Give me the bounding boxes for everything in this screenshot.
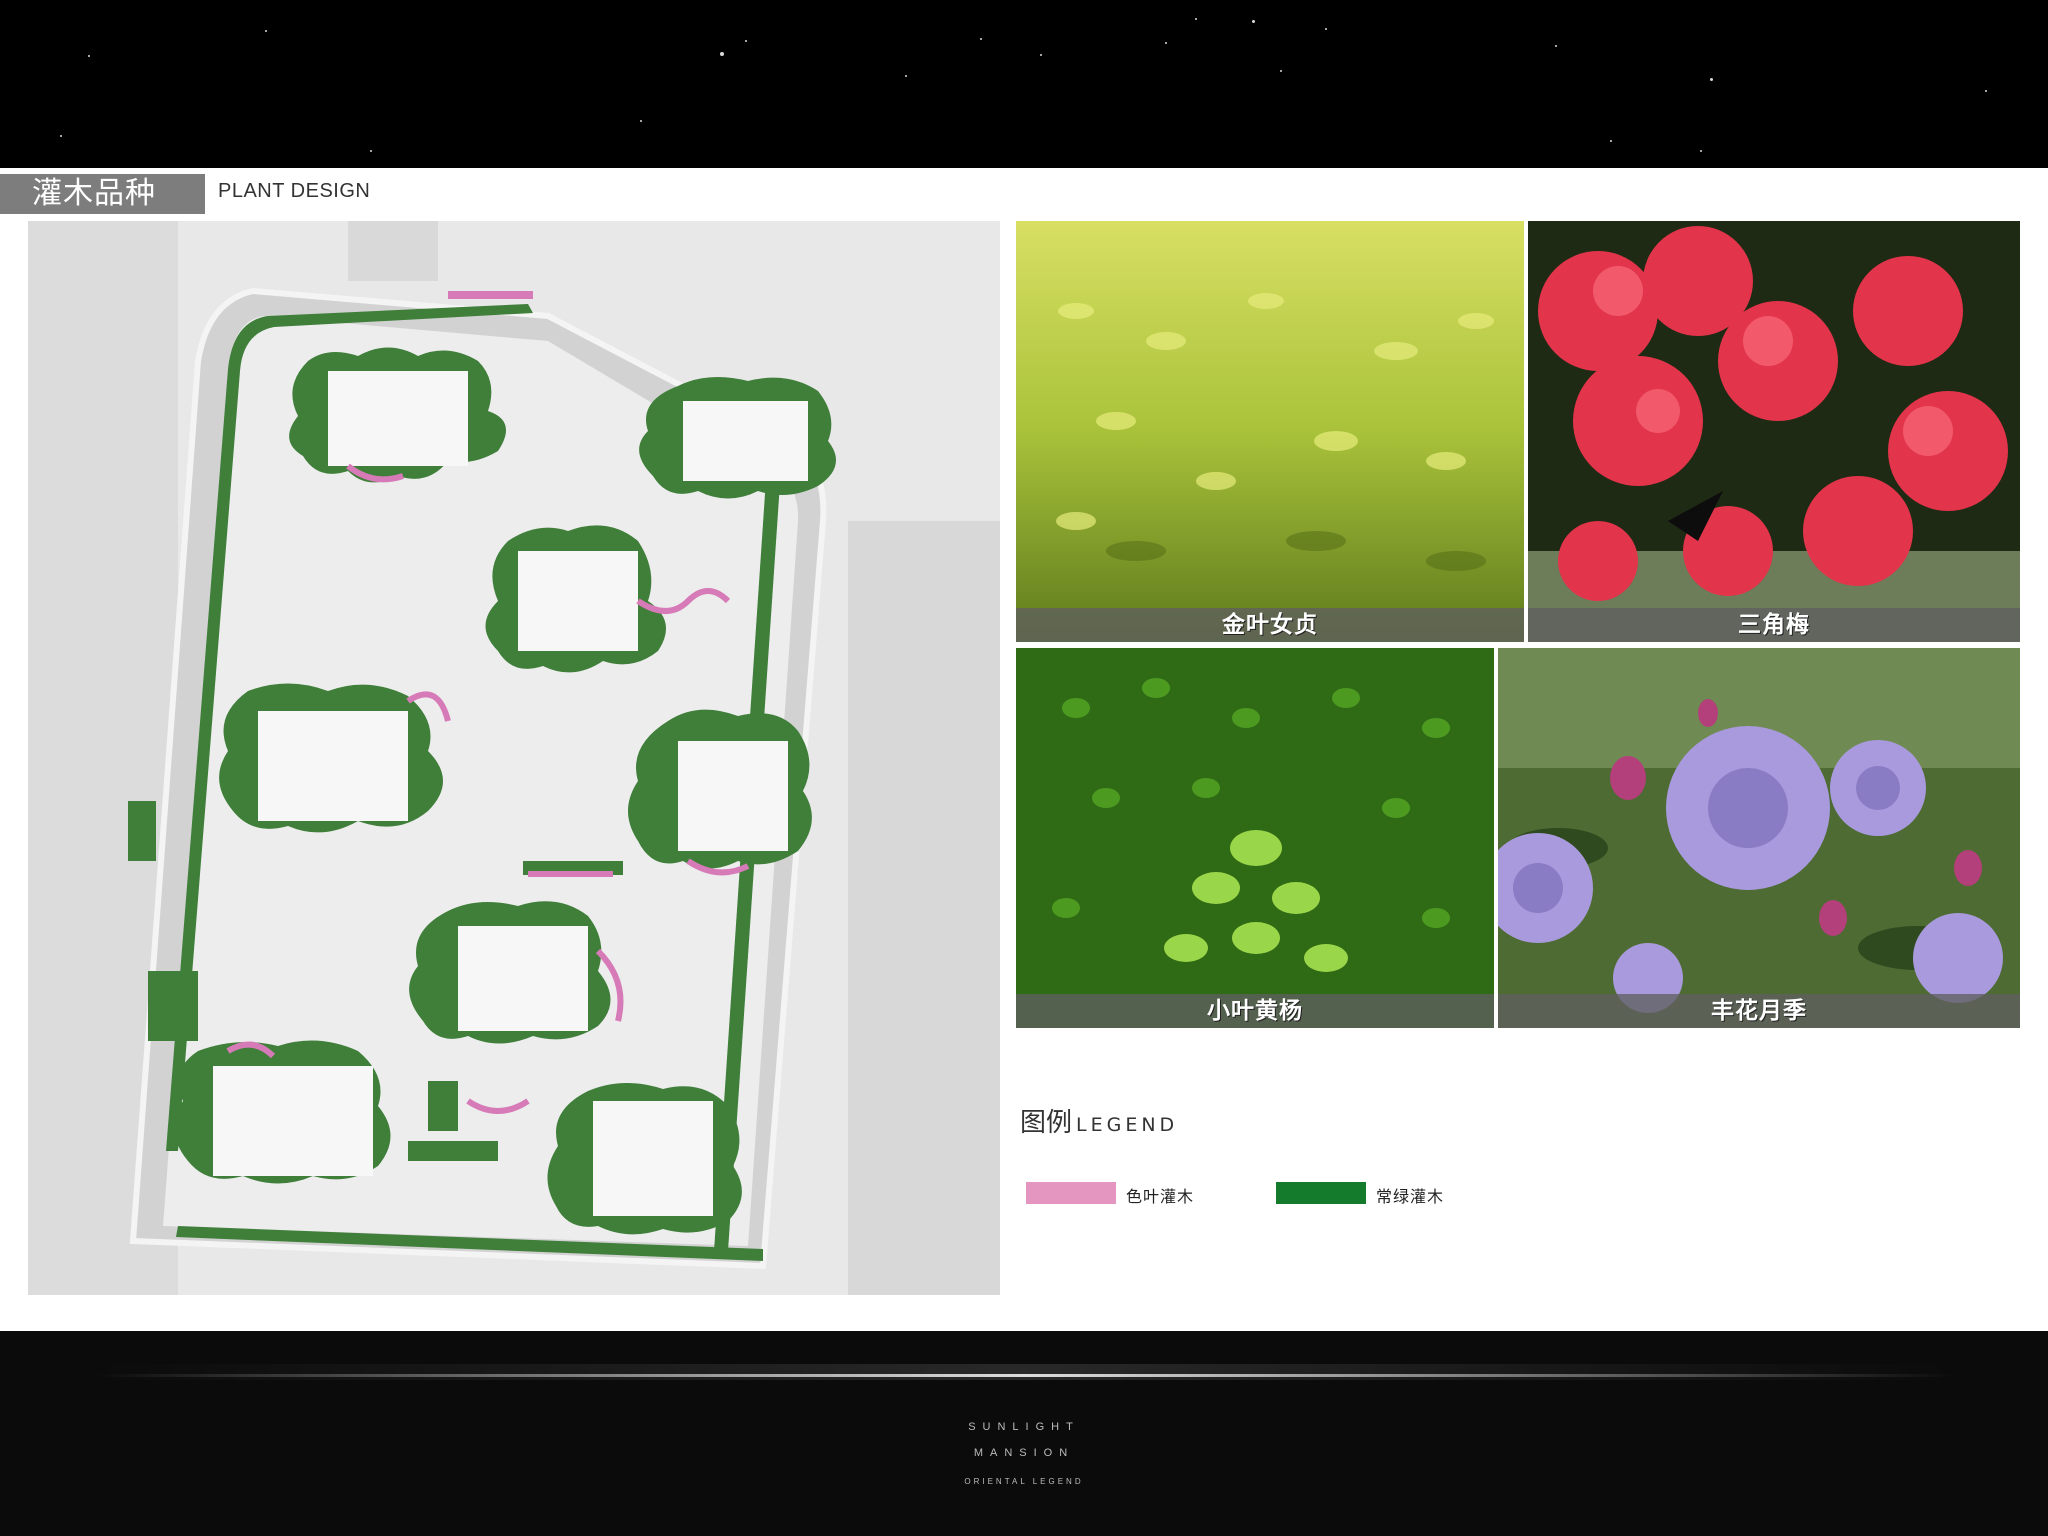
legend-title-cn: 图例: [1020, 1108, 1073, 1138]
boxwood-photo-icon: [1016, 648, 1494, 1028]
starfield-header: [0, 0, 2048, 168]
caption-bar: 三角梅: [1528, 608, 2020, 642]
caption-bar: 金叶女贞: [1016, 608, 1524, 642]
caption-bar: 丰花月季: [1498, 994, 2020, 1028]
page-title: 灌木品种: [32, 176, 156, 211]
golden-privet-photo-icon: [1016, 221, 1524, 642]
footer-glow: [95, 1364, 1955, 1380]
photo-caption-bougainvillea: 三角梅: [1738, 612, 1810, 638]
page-subtitle: PLANT DESIGN: [218, 180, 371, 202]
site-plan-drawing: [28, 221, 1000, 1295]
floribunda-rose-photo-icon: [1498, 648, 2020, 1028]
brand-line-3: ORIENTAL LEGEND: [964, 1477, 1084, 1486]
photo-golden-privet: 金叶女贞: [1016, 221, 1524, 642]
photo-bougainvillea: 三角梅: [1528, 221, 2020, 642]
photo-caption-floribunda-rose: 丰花月季: [1711, 998, 1807, 1024]
photo-boxwood: 小叶黄杨: [1016, 648, 1494, 1028]
legend-swatch-evergreen: [1276, 1182, 1366, 1204]
legend-swatch-colored-leaf: [1026, 1182, 1116, 1204]
legend-title-en: LEGEND: [1076, 1114, 1179, 1136]
bougainvillea-photo-icon: [1528, 221, 2020, 642]
brand-line-2: MANSION: [973, 1447, 1075, 1459]
footer-band: [0, 1331, 2048, 1536]
footer-divider: [95, 1374, 1955, 1377]
legend-label-evergreen: 常绿灌木: [1376, 1187, 1445, 1206]
legend-title: 图例 LEGEND: [1020, 1102, 1178, 1139]
legend-label-colored-leaf: 色叶灌木: [1126, 1187, 1195, 1206]
brand-line-1: SUNLIGHT: [968, 1421, 1080, 1433]
photo-caption-golden-privet: 金叶女贞: [1222, 612, 1318, 638]
photo-floribunda-rose: 丰花月季: [1498, 648, 2020, 1028]
site-plan: [28, 221, 1000, 1295]
caption-bar: 小叶黄杨: [1016, 994, 1494, 1028]
photo-caption-boxwood: 小叶黄杨: [1207, 998, 1303, 1024]
